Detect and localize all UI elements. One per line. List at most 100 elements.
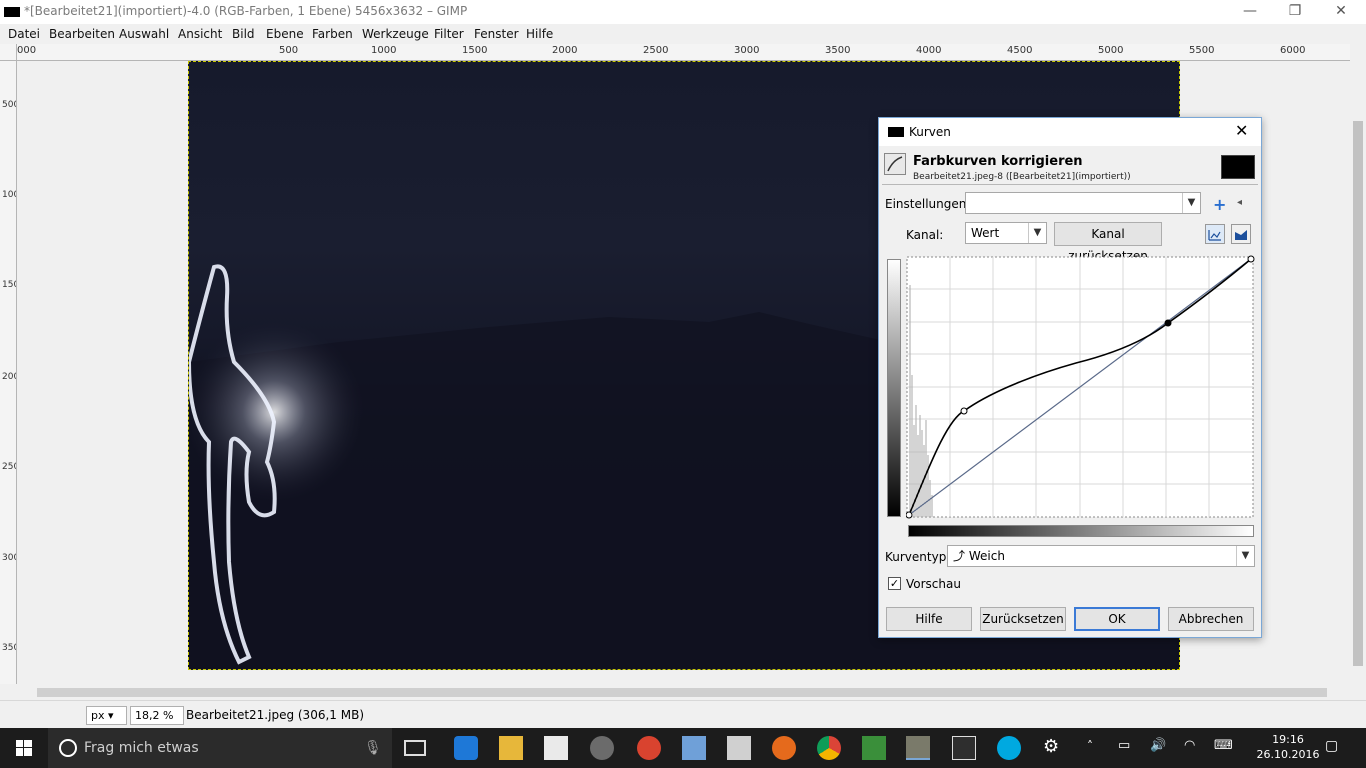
menu-filter[interactable]: Filter xyxy=(434,27,464,41)
app-icon[interactable] xyxy=(637,736,661,760)
separator xyxy=(882,184,1258,185)
menu-hilfe[interactable]: Hilfe xyxy=(526,27,553,41)
ruler-label: 500 xyxy=(2,100,16,110)
horizontal-scroll-thumb[interactable] xyxy=(37,688,1327,697)
edge-icon[interactable] xyxy=(454,736,478,760)
reset-channel-button[interactable]: Kanal zurücksetzen xyxy=(1054,222,1162,263)
notification-icon[interactable]: ▢ xyxy=(1325,738,1338,754)
channel-value: Wert xyxy=(971,226,1000,240)
clock-date: 26.10.2016 xyxy=(1256,748,1320,761)
reset-button[interactable]: Zurücksetzen xyxy=(980,607,1066,631)
keyboard-icon[interactable]: ⌨ xyxy=(1214,738,1233,753)
menu-werkzeuge[interactable]: Werkzeuge xyxy=(362,27,429,41)
skype-icon[interactable] xyxy=(997,736,1021,760)
preview-label: Vorschau xyxy=(906,577,961,591)
horizontal-ruler[interactable]: 000 500 1000 1500 2000 2500 3000 3500 40… xyxy=(17,44,1350,61)
ruler-label: 1500 xyxy=(462,45,488,56)
help-button[interactable]: Hilfe xyxy=(886,607,972,631)
gimp-tray-icon[interactable] xyxy=(590,736,614,760)
microphone-icon[interactable]: 🎙 xyxy=(364,740,382,756)
menu-bild[interactable]: Bild xyxy=(232,27,255,41)
preview-checkbox[interactable]: ✓ xyxy=(888,577,901,590)
zoom-select[interactable]: 18,2 % xyxy=(130,706,184,725)
zoom-value: 18,2 % xyxy=(135,709,174,722)
app-icon[interactable] xyxy=(682,736,706,760)
chrome-icon[interactable] xyxy=(817,736,841,760)
curve-type-combo[interactable]: ⤴ Weich ▼ xyxy=(947,545,1255,567)
dialog-title-bar: Kurven ✕ xyxy=(879,118,1261,146)
battery-icon[interactable]: ▭ xyxy=(1118,738,1130,753)
add-preset-icon[interactable]: + xyxy=(1213,195,1226,214)
menu-bar: Datei Bearbeiten Auswahl Ansicht Bild Eb… xyxy=(0,24,1366,44)
preset-menu-icon[interactable]: ◂ xyxy=(1237,197,1242,208)
ruler-label: 3000 xyxy=(2,553,16,563)
ruler-label: 3500 xyxy=(825,45,851,56)
wifi-icon[interactable]: ◠ xyxy=(1184,738,1195,753)
smooth-curve-icon: ⤴ xyxy=(953,549,966,563)
ruler-label: 4500 xyxy=(1007,45,1033,56)
menu-datei[interactable]: Datei xyxy=(8,27,40,41)
curve-point[interactable] xyxy=(1247,255,1255,263)
menu-fenster[interactable]: Fenster xyxy=(474,27,519,41)
curves-dialog: Kurven ✕ Farbkurven korrigieren Bearbeit… xyxy=(878,117,1262,638)
taskbar-clock[interactable]: 19:16 26.10.2016 xyxy=(1256,732,1320,762)
curve-type-value: Weich xyxy=(968,549,1005,563)
presets-label: Einstellungen: xyxy=(885,197,971,211)
menu-farben[interactable]: Farben xyxy=(312,27,353,41)
menu-ansicht[interactable]: Ansicht xyxy=(178,27,222,41)
unit-select[interactable]: px ▾ xyxy=(86,706,127,725)
status-file-info: Bearbeitet21.jpeg (306,1 MB) xyxy=(186,708,364,722)
taskbar-search[interactable]: Frag mich etwas 🎙 xyxy=(48,728,392,768)
curve-point-selected[interactable] xyxy=(1164,319,1172,327)
curve-point[interactable] xyxy=(960,407,968,415)
menu-auswahl[interactable]: Auswahl xyxy=(119,27,169,41)
ruler-label: 2000 xyxy=(552,45,578,56)
ruler-corner[interactable] xyxy=(0,44,17,61)
menu-bearbeiten[interactable]: Bearbeiten xyxy=(49,27,115,41)
status-bar: px ▾ 18,2 % Bearbeitet21.jpeg (306,1 MB) xyxy=(0,700,1366,728)
vertical-gradient-bar xyxy=(887,259,901,517)
vertical-scroll-thumb[interactable] xyxy=(1353,121,1363,666)
curve-graph[interactable] xyxy=(906,255,1256,519)
photos-icon[interactable] xyxy=(952,736,976,760)
cortana-icon xyxy=(59,739,77,757)
ruler-label: 1000 xyxy=(2,190,16,200)
firefox-icon[interactable] xyxy=(772,736,796,760)
start-button[interactable] xyxy=(0,728,48,768)
log-histogram-icon[interactable] xyxy=(1231,224,1251,244)
search-placeholder: Frag mich etwas xyxy=(84,740,199,756)
file-explorer-icon[interactable] xyxy=(499,736,523,760)
ruler-label: 5000 xyxy=(1098,45,1124,56)
minimize-button[interactable]: — xyxy=(1227,0,1273,24)
presets-combo[interactable]: ▼ xyxy=(965,192,1201,214)
linear-histogram-icon[interactable] xyxy=(1205,224,1225,244)
vertical-ruler[interactable]: 500 1000 1500 2000 2500 3000 3500 xyxy=(0,61,17,684)
chevron-down-icon: ▼ xyxy=(1236,546,1254,566)
ok-button[interactable]: OK xyxy=(1074,607,1160,631)
task-view-icon[interactable] xyxy=(404,740,426,756)
dialog-header-title: Farbkurven korrigieren xyxy=(913,154,1083,169)
chevron-up-icon[interactable]: ˄ xyxy=(1087,739,1093,753)
ruler-label: 5500 xyxy=(1189,45,1215,56)
app-icon[interactable] xyxy=(862,736,886,760)
unit-value: px xyxy=(91,709,105,722)
app-icon[interactable] xyxy=(727,736,751,760)
dialog-close-button[interactable]: ✕ xyxy=(1235,121,1248,140)
menu-ebene[interactable]: Ebene xyxy=(266,27,304,41)
curve-point[interactable] xyxy=(906,511,913,519)
ruler-label: 1500 xyxy=(2,280,16,290)
close-window-button[interactable]: ✕ xyxy=(1318,0,1364,24)
gimp-taskbar-icon[interactable] xyxy=(906,736,930,760)
settings-icon[interactable]: ⚙ xyxy=(1043,736,1059,757)
cancel-button[interactable]: Abbrechen xyxy=(1168,607,1254,631)
vertical-scrollbar[interactable] xyxy=(1350,61,1366,684)
channel-combo[interactable]: Wert ▼ xyxy=(965,222,1047,244)
horizontal-scrollbar[interactable] xyxy=(17,684,1350,700)
curve-editor[interactable] xyxy=(884,255,1258,539)
chevron-down-icon: ▼ xyxy=(1028,223,1046,243)
restore-button[interactable]: ❐ xyxy=(1272,0,1318,24)
store-icon[interactable] xyxy=(544,736,568,760)
ruler-label: 3500 xyxy=(2,643,16,653)
volume-icon[interactable]: 🔊 xyxy=(1150,738,1166,753)
channel-label: Kanal: xyxy=(906,228,944,242)
